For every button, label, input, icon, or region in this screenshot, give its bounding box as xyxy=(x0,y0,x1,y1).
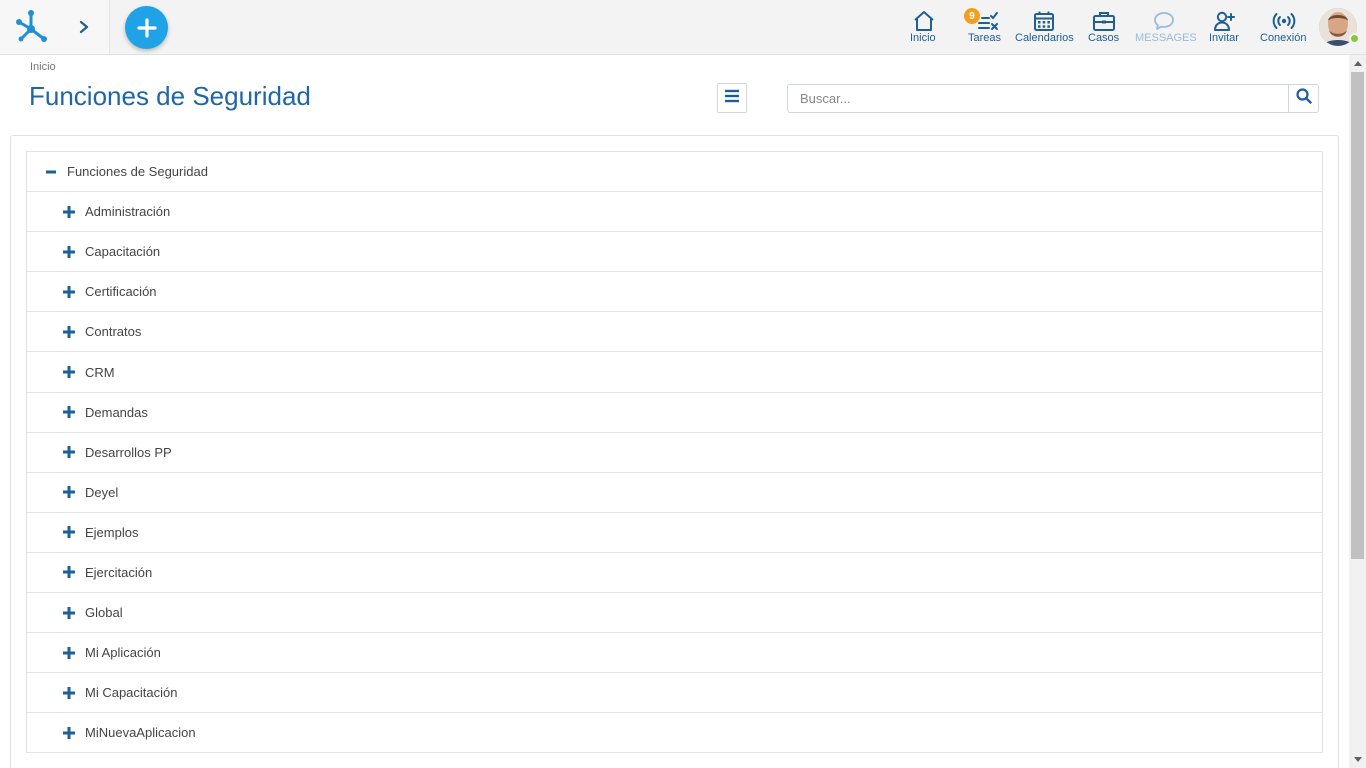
expand-icon[interactable] xyxy=(62,686,76,700)
nav-tareas-label: Tareas xyxy=(968,32,1002,44)
nav-conexion-label: Conexión xyxy=(1260,32,1307,44)
vertical-scrollbar[interactable] xyxy=(1349,55,1366,768)
tree-node-label: Mi Aplicación xyxy=(85,645,161,661)
expand-icon[interactable] xyxy=(62,325,76,339)
home-icon xyxy=(909,9,939,33)
logo-area xyxy=(0,0,110,54)
nav-casos-label: Casos xyxy=(1088,32,1120,44)
chat-bubble-icon xyxy=(1149,9,1179,33)
tree-node-label: CRM xyxy=(85,364,115,380)
security-functions-tree: Funciones de Seguridad Administración Cap… xyxy=(26,151,1323,754)
broadcast-icon xyxy=(1269,9,1299,33)
tree-node[interactable]: CRM xyxy=(27,352,1322,393)
tree-node[interactable]: Deyel xyxy=(27,473,1322,513)
tree-node-label: Capacitación xyxy=(85,244,161,260)
tree-node-label: Global xyxy=(85,605,123,621)
tree-node[interactable]: Mi Aplicación xyxy=(27,633,1322,674)
nav-casos[interactable]: Casos xyxy=(1086,0,1122,54)
nav-invitar[interactable]: Invitar xyxy=(1206,0,1242,54)
breadcrumb[interactable]: Inicio xyxy=(30,61,56,73)
tree-node-label: Mi Capacitación xyxy=(85,685,178,701)
tree-node-label: Administración xyxy=(85,204,171,220)
nav-calendarios-label: Calendarios xyxy=(1015,32,1074,44)
page-title: Funciones de Seguridad xyxy=(29,81,311,111)
tree-node[interactable]: Capacitación xyxy=(27,232,1322,273)
nav-conexion[interactable]: Conexión xyxy=(1258,0,1310,54)
tree-node-label: Contratos xyxy=(85,324,142,340)
nav-inicio[interactable]: Inicio xyxy=(904,0,944,54)
menu-button[interactable] xyxy=(717,83,747,113)
search-icon xyxy=(1295,88,1312,109)
tree-node[interactable]: Ejercitación xyxy=(27,553,1322,594)
briefcase-icon xyxy=(1089,9,1119,33)
hamburger-icon xyxy=(724,89,740,108)
tree-node[interactable]: Demandas xyxy=(27,393,1322,433)
tree-node[interactable]: Certificación xyxy=(27,272,1322,313)
tasks-count-badge: 9 xyxy=(964,8,980,24)
tree-root-node[interactable]: Funciones de Seguridad xyxy=(27,152,1322,193)
expand-icon[interactable] xyxy=(62,606,76,620)
tree-node-label: Desarrollos PP xyxy=(85,444,172,460)
tree-root-label: Funciones de Seguridad xyxy=(67,164,208,180)
tree-node[interactable]: Mi Capacitación xyxy=(27,673,1322,714)
tree-node-label: MiNuevaAplicacion xyxy=(85,725,196,741)
nav-inicio-label: Inicio xyxy=(910,32,936,44)
tree-node-label: Demandas xyxy=(85,404,148,420)
tree-node[interactable]: Ejemplos xyxy=(27,513,1322,553)
search-box xyxy=(787,84,1319,113)
tree-node-label: Ejemplos xyxy=(85,524,139,540)
search-input[interactable] xyxy=(788,85,1288,112)
scrollbar-thumb[interactable] xyxy=(1351,72,1364,559)
nav-messages-label: MESSAGES xyxy=(1135,32,1197,44)
expand-icon[interactable] xyxy=(62,365,76,379)
expand-icon[interactable] xyxy=(62,445,76,459)
nav-invitar-label: Invitar xyxy=(1209,32,1239,44)
tree-node-label: Deyel xyxy=(85,484,119,500)
expand-icon[interactable] xyxy=(62,245,76,259)
expand-sidebar-button[interactable] xyxy=(74,14,94,40)
expand-icon[interactable] xyxy=(62,565,76,579)
collapse-icon[interactable] xyxy=(44,165,58,179)
app-logo-icon[interactable] xyxy=(13,9,49,43)
add-user-icon xyxy=(1209,9,1239,33)
tree-node-label: Certificación xyxy=(85,284,157,300)
scroll-up-arrow-icon[interactable] xyxy=(1349,55,1366,72)
nav-calendarios[interactable]: Calendarios xyxy=(1014,0,1076,54)
top-bar: Inicio Tareas 9 Calendarios Casos MESSAG… xyxy=(0,0,1366,55)
expand-icon[interactable] xyxy=(62,485,76,499)
expand-icon[interactable] xyxy=(62,726,76,740)
scroll-down-arrow-icon[interactable] xyxy=(1349,751,1366,768)
online-status-indicator xyxy=(1349,33,1360,44)
expand-icon[interactable] xyxy=(62,525,76,539)
nav-messages[interactable]: MESSAGES xyxy=(1134,0,1197,54)
search-button[interactable] xyxy=(1288,85,1318,112)
tree-node[interactable]: MiNuevaAplicacion xyxy=(27,713,1322,754)
tree-node[interactable]: Desarrollos PP xyxy=(27,433,1322,473)
add-button[interactable] xyxy=(125,6,168,49)
tree-node[interactable]: Administración xyxy=(27,192,1322,233)
calendar-icon xyxy=(1029,9,1059,33)
expand-icon[interactable] xyxy=(62,646,76,660)
tree-node[interactable]: Global xyxy=(27,593,1322,634)
tree-node[interactable]: Contratos xyxy=(27,312,1322,353)
tree-node-label: Ejercitación xyxy=(85,564,153,580)
expand-icon[interactable] xyxy=(62,285,76,299)
expand-icon[interactable] xyxy=(62,405,76,419)
expand-icon[interactable] xyxy=(62,205,76,219)
